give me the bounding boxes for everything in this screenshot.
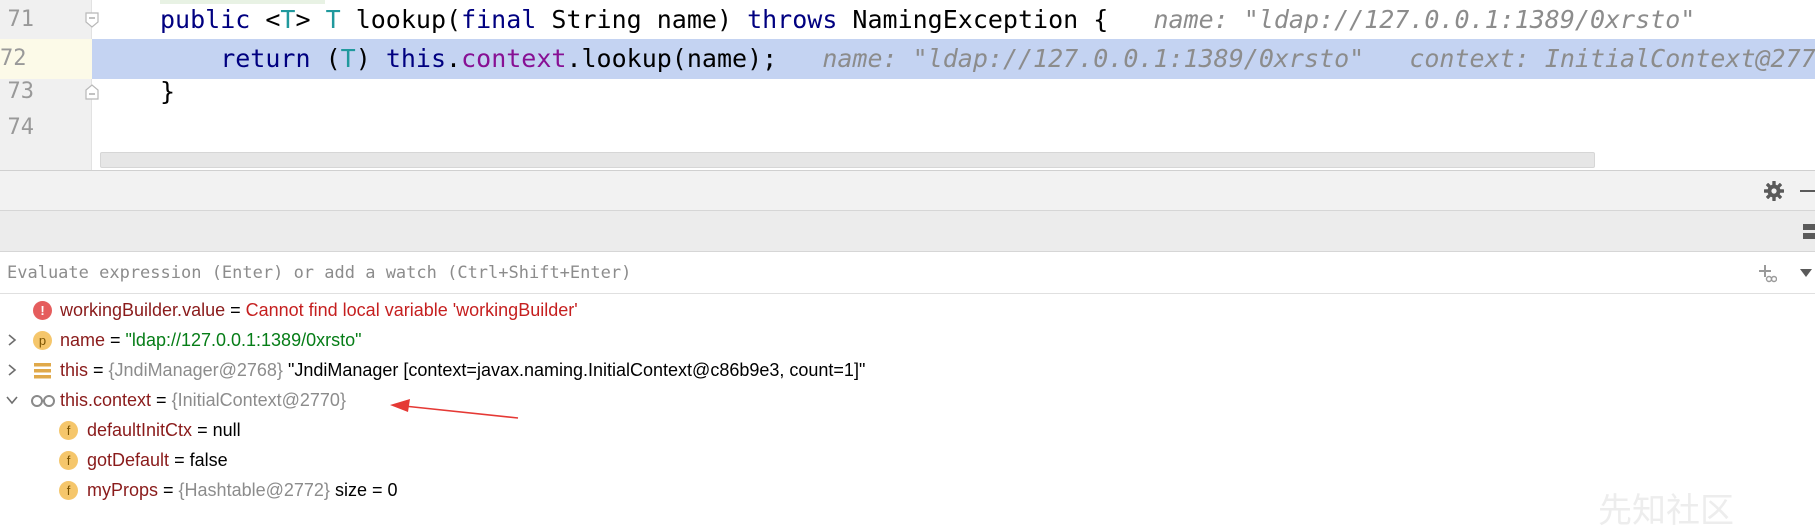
var-name: myProps [87, 480, 159, 500]
inline-value-hint: name: "ldap://127.0.0.1:1389/0xrsto" [1108, 5, 1696, 34]
var-name: name [60, 330, 106, 350]
line-number: 73 [7, 79, 35, 104]
tree-row-default-init-ctx[interactable]: f defaultInitCtx = null [0, 415, 1815, 445]
error-icon: ! [33, 301, 52, 320]
tree-row-this[interactable]: this = {JndiManager@2768} "JndiManager [… [0, 355, 1815, 385]
var-equals: = [105, 330, 126, 350]
var-equals: = [88, 360, 109, 380]
code-token: lookup( [340, 5, 462, 34]
code-token: context [461, 44, 567, 73]
chevron-down-icon[interactable] [1800, 269, 1812, 277]
tree-row-this-context[interactable]: this.context = {InitialContext@2770} [0, 385, 1815, 415]
code-token: ( [325, 44, 341, 73]
var-name: defaultInitCtx [87, 420, 193, 440]
evaluate-expression-field[interactable]: Evaluate expression (Enter) or add a wat… [0, 252, 1815, 294]
var-value: {Hashtable@2772} [178, 480, 330, 500]
code-token: < [265, 5, 281, 34]
code-text[interactable]: } [160, 72, 175, 112]
code-editor[interactable]: 71 public <T> T lookup(final String name… [0, 0, 1815, 170]
var-equals: = [158, 480, 179, 500]
variables-tree[interactable]: ! workingBuilder.value = Cannot find loc… [0, 295, 1815, 531]
line-number: 74 [7, 115, 35, 140]
code-token: this [385, 44, 447, 73]
code-token: return [160, 44, 326, 73]
debug-tabs-bar [0, 210, 1815, 252]
code-token: T [325, 5, 341, 34]
var-value: false [189, 450, 228, 470]
horizontal-scrollbar[interactable] [100, 152, 1595, 168]
code-token: .lookup(name); [566, 44, 778, 73]
gear-icon[interactable] [1763, 180, 1785, 202]
tree-row-name[interactable]: p name = "ldap://127.0.0.1:1389/0xrsto" [0, 325, 1815, 355]
stack-frame-icon [34, 363, 51, 379]
code-token: public [160, 5, 266, 34]
code-text[interactable]: public <T> T lookup(final String name) t… [160, 0, 1695, 40]
var-name: this [60, 360, 89, 380]
var-value: Cannot find local variable 'workingBuild… [245, 300, 578, 320]
var-name: workingBuilder.value [60, 300, 226, 320]
fold-close-icon[interactable] [85, 84, 99, 100]
var-name: this.context [60, 390, 152, 410]
var-entry: defaultInitCtx = null [87, 415, 241, 445]
var-entry: name = "ldap://127.0.0.1:1389/0xrsto" [60, 325, 362, 355]
var-entry: gotDefault = false [87, 445, 228, 475]
var-equals: = [192, 420, 213, 440]
var-entry: this = {JndiManager@2768} "JndiManager [… [60, 355, 865, 385]
evaluate-placeholder: Evaluate expression (Enter) or add a wat… [7, 263, 632, 283]
code-token: final [461, 5, 552, 34]
code-line-71[interactable]: 71 public <T> T lookup(final String name… [0, 0, 1815, 40]
minimize-icon[interactable] [1800, 190, 1815, 193]
tree-row-got-default[interactable]: f gotDefault = false [0, 445, 1815, 475]
add-watch-icon[interactable] [1757, 263, 1777, 283]
var-name: gotDefault [87, 450, 170, 470]
layout-icon[interactable] [1803, 224, 1815, 240]
watermark: 先知社区 [1598, 491, 1734, 531]
field-icon: f [59, 451, 78, 470]
expand-arrow-icon[interactable] [6, 334, 18, 346]
var-value: {InitialContext@2770} [171, 390, 346, 410]
code-line-74[interactable]: 74 [0, 108, 1815, 148]
var-description: size = 0 [329, 480, 398, 500]
parameter-icon: p [33, 331, 52, 350]
tree-row-watch-error[interactable]: ! workingBuilder.value = Cannot find loc… [0, 295, 1815, 325]
code-token: ) [355, 44, 386, 73]
expand-arrow-icon[interactable] [6, 364, 18, 376]
code-token: NamingException { [852, 5, 1109, 34]
var-equals: = [225, 300, 246, 320]
code-token: . [446, 44, 462, 73]
code-token: String name) [551, 5, 748, 34]
collapse-arrow-icon[interactable] [6, 394, 18, 406]
var-equals: = [169, 450, 190, 470]
var-value: "ldap://127.0.0.1:1389/0xrsto" [125, 330, 362, 350]
var-entry: myProps = {Hashtable@2772} size = 0 [87, 475, 397, 505]
inline-value-hint: name: "ldap://127.0.0.1:1389/0xrsto" con… [777, 44, 1815, 73]
line-number: 71 [7, 7, 35, 32]
var-entry: workingBuilder.value = Cannot find local… [60, 295, 578, 325]
field-icon: f [59, 421, 78, 440]
var-description: "JndiManager [context=javax.naming.Initi… [282, 360, 866, 380]
fold-open-icon[interactable] [85, 12, 99, 28]
var-value: {JndiManager@2768} [108, 360, 283, 380]
code-token: > [295, 5, 326, 34]
code-token: } [160, 77, 176, 106]
var-equals: = [151, 390, 172, 410]
debug-panel-header [0, 170, 1815, 210]
var-entry: this.context = {InitialContext@2770} [60, 385, 346, 415]
field-icon: f [59, 481, 78, 500]
var-value: null [212, 420, 241, 440]
code-token: throws [747, 5, 853, 34]
code-line-73[interactable]: 73 } [0, 72, 1815, 112]
code-token: T [340, 44, 356, 73]
code-token: T [280, 5, 296, 34]
tree-row-my-props[interactable]: f myProps = {Hashtable@2772} size = 0 [0, 475, 1815, 505]
watch-glasses-icon [31, 395, 55, 407]
